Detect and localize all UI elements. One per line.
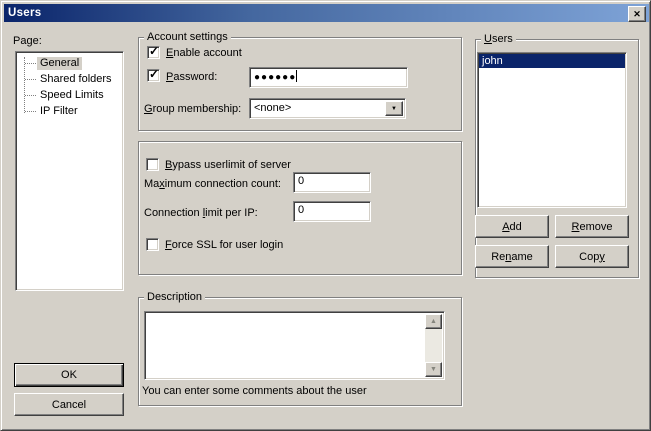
scroll-down-icon[interactable]: ▼ xyxy=(425,362,442,377)
users-group-title: Users xyxy=(481,33,516,46)
window-title: Users xyxy=(4,7,41,19)
title-bar[interactable]: Users ✕ xyxy=(4,4,649,22)
force-ssl-checkbox[interactable]: ✓ xyxy=(146,238,159,251)
group-membership-label: Group membership: xyxy=(144,103,241,116)
rename-user-button[interactable]: Rename xyxy=(475,245,549,268)
description-hint: You can enter some comments about the us… xyxy=(142,385,367,398)
tree-item-label: Speed Limits xyxy=(37,89,107,102)
close-icon[interactable]: ✕ xyxy=(628,6,646,22)
user-name: john xyxy=(482,55,503,67)
tree-item-general[interactable]: General xyxy=(16,55,123,71)
password-value: ●●●●●● xyxy=(254,72,296,83)
page-label: Page: xyxy=(13,35,42,48)
page-tree[interactable]: General Shared folders Speed Limits IP F… xyxy=(15,51,124,291)
bypass-userlimit-label[interactable]: Bypass userlimit of server xyxy=(165,159,291,172)
check-icon: ✓ xyxy=(149,44,159,58)
tree-item-shared-folders[interactable]: Shared folders xyxy=(16,71,123,87)
tree-item-label: Shared folders xyxy=(37,73,115,86)
tree-item-label: IP Filter xyxy=(37,105,81,118)
check-icon: ✓ xyxy=(149,67,159,81)
enable-account-checkbox[interactable]: ✓ xyxy=(147,46,160,59)
ok-button[interactable]: OK xyxy=(14,363,124,387)
connection-limit-per-ip-input[interactable]: 0 xyxy=(293,201,371,222)
users-listbox[interactable]: john xyxy=(477,52,627,208)
password-input[interactable]: ●●●●●● xyxy=(249,67,408,88)
force-ssl-label[interactable]: Force SSL for user login xyxy=(165,239,283,252)
copy-user-button[interactable]: Copy xyxy=(555,245,629,268)
chevron-down-icon[interactable]: ▼ xyxy=(385,101,403,116)
enable-account-label[interactable]: Enable account xyxy=(166,47,242,60)
max-connection-count-label: Maximum connection count: xyxy=(144,178,281,191)
tree-item-label: General xyxy=(37,57,82,70)
add-user-button[interactable]: Add xyxy=(475,215,549,238)
tree-item-ip-filter[interactable]: IP Filter xyxy=(16,103,123,119)
users-dialog: Users ✕ Page: General Shared folders Spe… xyxy=(0,0,651,431)
user-list-item[interactable]: john xyxy=(479,54,625,68)
password-label[interactable]: Password: xyxy=(166,71,217,84)
remove-user-button[interactable]: Remove xyxy=(555,215,629,238)
connection-limit-per-ip-value: 0 xyxy=(298,204,304,216)
description-title: Description xyxy=(144,291,205,304)
account-settings-title: Account settings xyxy=(144,31,231,44)
tree-item-speed-limits[interactable]: Speed Limits xyxy=(16,87,123,103)
connection-limit-per-ip-label: Connection limit per IP: xyxy=(144,207,258,220)
description-scrollbar[interactable]: ▲ ▼ xyxy=(425,314,442,377)
password-checkbox[interactable]: ✓ xyxy=(147,69,160,82)
scroll-up-icon[interactable]: ▲ xyxy=(425,314,442,329)
bypass-userlimit-checkbox[interactable]: ✓ xyxy=(146,158,159,171)
group-membership-value: <none> xyxy=(254,102,291,114)
cancel-button[interactable]: Cancel xyxy=(14,393,124,416)
group-membership-select[interactable]: <none> ▼ xyxy=(249,98,406,119)
max-connection-count-input[interactable]: 0 xyxy=(293,172,371,193)
text-caret xyxy=(296,70,297,82)
page-tree-items: General Shared folders Speed Limits IP F… xyxy=(16,55,123,290)
max-connection-count-value: 0 xyxy=(298,175,304,187)
description-textarea[interactable]: ▲ ▼ xyxy=(144,311,445,380)
